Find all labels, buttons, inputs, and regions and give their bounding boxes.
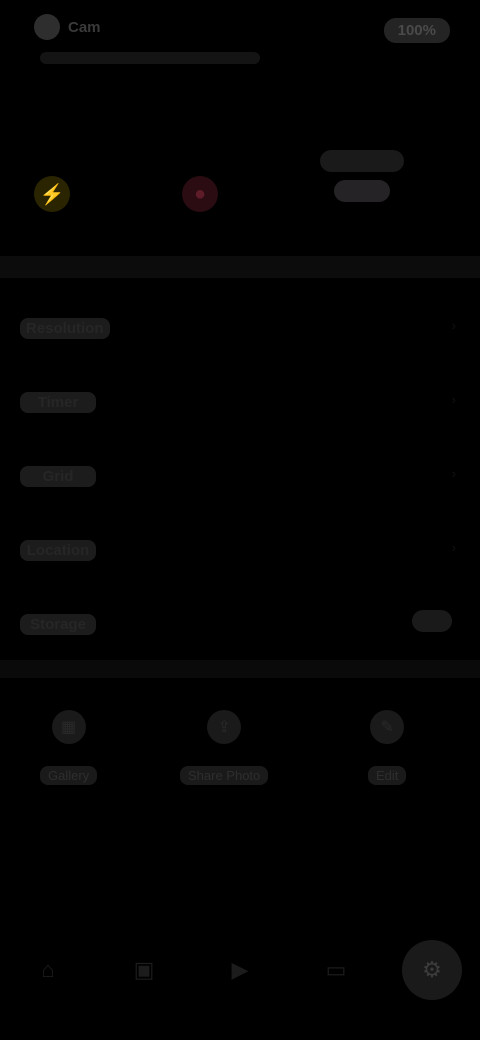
setting-row-grid[interactable]: Grid › (0, 440, 480, 514)
chevron-right-icon: › (451, 466, 456, 481)
action-row: ▦ Gallery ⇪ Share Photo ✎ Edit (0, 700, 480, 810)
edit-icon: ✎ (370, 710, 405, 744)
action-label: Gallery (40, 766, 98, 785)
action-label: Edit (368, 766, 407, 785)
home-icon[interactable]: ⌂ (18, 940, 78, 1000)
settings-list: Resolution › Timer › Grid › Location › S… (0, 292, 480, 662)
chevron-right-icon: › (451, 318, 456, 333)
share-photo-button[interactable]: ⇪ Share Photo (180, 700, 269, 785)
status-header: Cam 100% (0, 0, 480, 70)
setting-label: Storage (20, 614, 96, 635)
setting-row-location[interactable]: Location › (0, 514, 480, 588)
flash-toggle[interactable]: ⚡ (2, 140, 102, 250)
setting-label: Timer (20, 392, 96, 413)
setting-row-resolution[interactable]: Resolution › (0, 292, 480, 366)
photo-icon[interactable]: ▣ (114, 940, 174, 1000)
action-label: Share Photo (180, 766, 269, 785)
folder-icon[interactable]: ▭ (306, 940, 366, 1000)
record-icon: ● (182, 176, 218, 212)
setting-label: Resolution (20, 318, 110, 339)
mode-selector[interactable] (320, 150, 404, 202)
chevron-right-icon: › (451, 540, 456, 555)
section-divider (0, 660, 480, 678)
edit-button[interactable]: ✎ Edit (368, 700, 407, 785)
setting-row-timer[interactable]: Timer › (0, 366, 480, 440)
app-title: Cam (68, 18, 101, 36)
mode-pill-primary (320, 150, 404, 172)
gallery-button[interactable]: ▦ Gallery (40, 700, 98, 785)
quick-toggle-bar: ⚡ ● (0, 140, 480, 250)
app-icon (34, 14, 60, 40)
setting-label: Location (20, 540, 96, 561)
share-icon: ⇪ (207, 710, 242, 744)
chevron-right-icon: › (451, 392, 456, 407)
section-divider (0, 256, 480, 278)
gallery-icon: ▦ (51, 710, 86, 744)
header-subtitle-bar (40, 52, 260, 64)
setting-row-storage[interactable]: Storage (0, 588, 480, 662)
video-icon[interactable]: ▶ (210, 940, 270, 1000)
setting-label: Grid (20, 466, 96, 487)
bottom-navigation: ⌂ ▣ ▶ ▭ ⚙ (0, 930, 480, 1010)
mode-pill-secondary (334, 180, 390, 202)
storage-toggle[interactable] (412, 610, 452, 632)
bolt-icon: ⚡ (34, 176, 70, 212)
record-toggle[interactable]: ● (150, 140, 250, 250)
battery-label: 100% (383, 18, 450, 43)
settings-icon[interactable]: ⚙ (402, 940, 462, 1000)
app-title-group: Cam (34, 14, 101, 40)
